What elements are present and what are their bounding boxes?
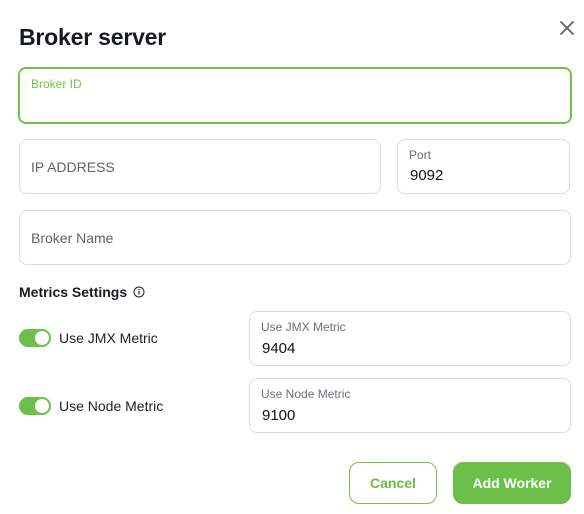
node-toggle-row: Use Node Metric (19, 397, 163, 415)
jmx-metric-field[interactable]: Use JMX Metric 9404 (249, 311, 571, 366)
node-toggle[interactable] (19, 397, 51, 415)
dialog-title: Broker server (19, 24, 167, 50)
node-toggle-label: Use Node Metric (59, 398, 164, 414)
broker-server-dialog: Broker server Broker ID IP ADDRESS Port … (0, 0, 584, 514)
port-label: Port (409, 148, 432, 162)
broker-name-placeholder: Broker Name (31, 229, 114, 246)
port-field[interactable]: Port 9092 (397, 139, 570, 194)
ip-address-field[interactable]: IP ADDRESS (19, 139, 381, 194)
ip-address-placeholder: IP ADDRESS (31, 158, 115, 175)
jmx-toggle-row: Use JMX Metric (19, 329, 158, 347)
jmx-toggle-label: Use JMX Metric (59, 330, 158, 346)
cancel-button[interactable]: Cancel (349, 462, 437, 504)
jmx-toggle-knob (35, 331, 49, 345)
node-metric-label: Use Node Metric (261, 387, 351, 401)
jmx-metric-value: 9404 (262, 340, 296, 357)
add-worker-button[interactable]: Add Worker (453, 462, 571, 504)
broker-id-label: Broker ID (31, 77, 82, 91)
broker-name-field[interactable]: Broker Name (19, 210, 571, 265)
node-metric-field[interactable]: Use Node Metric 9100 (249, 378, 571, 433)
broker-id-field[interactable]: Broker ID (18, 67, 572, 124)
jmx-toggle[interactable] (19, 329, 51, 347)
port-value: 9092 (410, 167, 444, 184)
metrics-settings-label: Metrics Settings (19, 284, 128, 300)
node-toggle-knob (35, 399, 49, 413)
jmx-metric-label: Use JMX Metric (261, 320, 346, 334)
metrics-settings-title: Metrics Settings (19, 284, 145, 300)
close-icon[interactable] (557, 18, 577, 38)
info-icon[interactable] (133, 286, 145, 298)
node-metric-value: 9100 (262, 407, 296, 424)
